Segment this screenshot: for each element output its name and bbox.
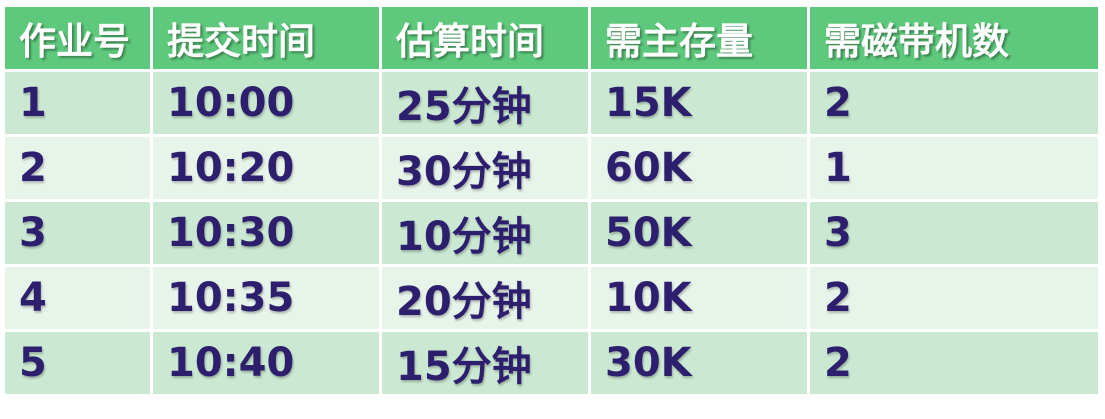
cell-job-id: 5 [5,332,150,394]
table-row: 1 10:00 25分钟 15K 2 [5,72,1098,134]
job-table: 作业号 提交时间 估算时间 需主存量 需磁带机数 1 10:00 25分钟 15… [2,4,1101,397]
cell-job-id: 2 [5,137,150,199]
cell-estimated-time: 15分钟 [382,332,588,394]
cell-job-id: 3 [5,202,150,264]
cell-submit-time: 10:00 [153,72,379,134]
header-job-id: 作业号 [5,7,150,69]
table-row: 3 10:30 10分钟 50K 3 [5,202,1098,264]
cell-job-id: 4 [5,267,150,329]
cell-memory-required: 30K [591,332,807,394]
table-row: 4 10:35 20分钟 10K 2 [5,267,1098,329]
cell-memory-required: 15K [591,72,807,134]
job-table-container: 作业号 提交时间 估算时间 需主存量 需磁带机数 1 10:00 25分钟 15… [2,4,1101,397]
cell-estimated-time: 10分钟 [382,202,588,264]
table-row: 2 10:20 30分钟 60K 1 [5,137,1098,199]
cell-tape-drives-required: 1 [810,137,1098,199]
cell-memory-required: 10K [591,267,807,329]
cell-estimated-time: 20分钟 [382,267,588,329]
cell-memory-required: 50K [591,202,807,264]
cell-tape-drives-required: 3 [810,202,1098,264]
cell-tape-drives-required: 2 [810,72,1098,134]
cell-memory-required: 60K [591,137,807,199]
table-row: 5 10:40 15分钟 30K 2 [5,332,1098,394]
cell-tape-drives-required: 2 [810,267,1098,329]
cell-estimated-time: 30分钟 [382,137,588,199]
cell-tape-drives-required: 2 [810,332,1098,394]
cell-estimated-time: 25分钟 [382,72,588,134]
header-submit-time: 提交时间 [153,7,379,69]
cell-submit-time: 10:35 [153,267,379,329]
header-estimated-time: 估算时间 [382,7,588,69]
cell-submit-time: 10:30 [153,202,379,264]
table-header-row: 作业号 提交时间 估算时间 需主存量 需磁带机数 [5,7,1098,69]
cell-submit-time: 10:40 [153,332,379,394]
header-tape-drives-required: 需磁带机数 [810,7,1098,69]
cell-job-id: 1 [5,72,150,134]
header-memory-required: 需主存量 [591,7,807,69]
cell-submit-time: 10:20 [153,137,379,199]
